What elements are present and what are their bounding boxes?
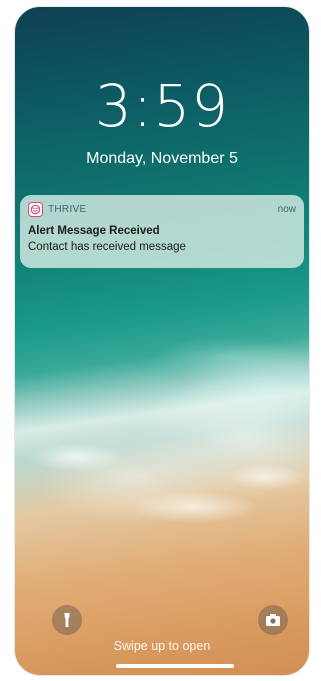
notification-app-name: THRIVE	[48, 204, 87, 215]
notification-card[interactable]: THRIVE now Alert Message Received Contac…	[20, 195, 304, 268]
clock-time: 3:59	[94, 72, 230, 140]
notification-header: THRIVE now	[28, 202, 296, 217]
notification-time: now	[277, 204, 296, 215]
clock-date: Monday, November 5	[86, 150, 238, 167]
camera-button[interactable]	[258, 605, 288, 635]
camera-icon	[266, 614, 280, 626]
flashlight-icon	[64, 613, 70, 627]
notification-body: Contact has received message	[28, 241, 186, 253]
notification-title: Alert Message Received	[28, 225, 160, 237]
home-indicator[interactable]	[116, 664, 234, 668]
swipe-hint: Swipe up to open	[113, 639, 211, 653]
lock-screen: 3:59 Monday, November 5 THRIVE now Alert…	[14, 6, 310, 676]
flashlight-button[interactable]	[52, 605, 82, 635]
thrive-app-icon	[28, 202, 43, 217]
